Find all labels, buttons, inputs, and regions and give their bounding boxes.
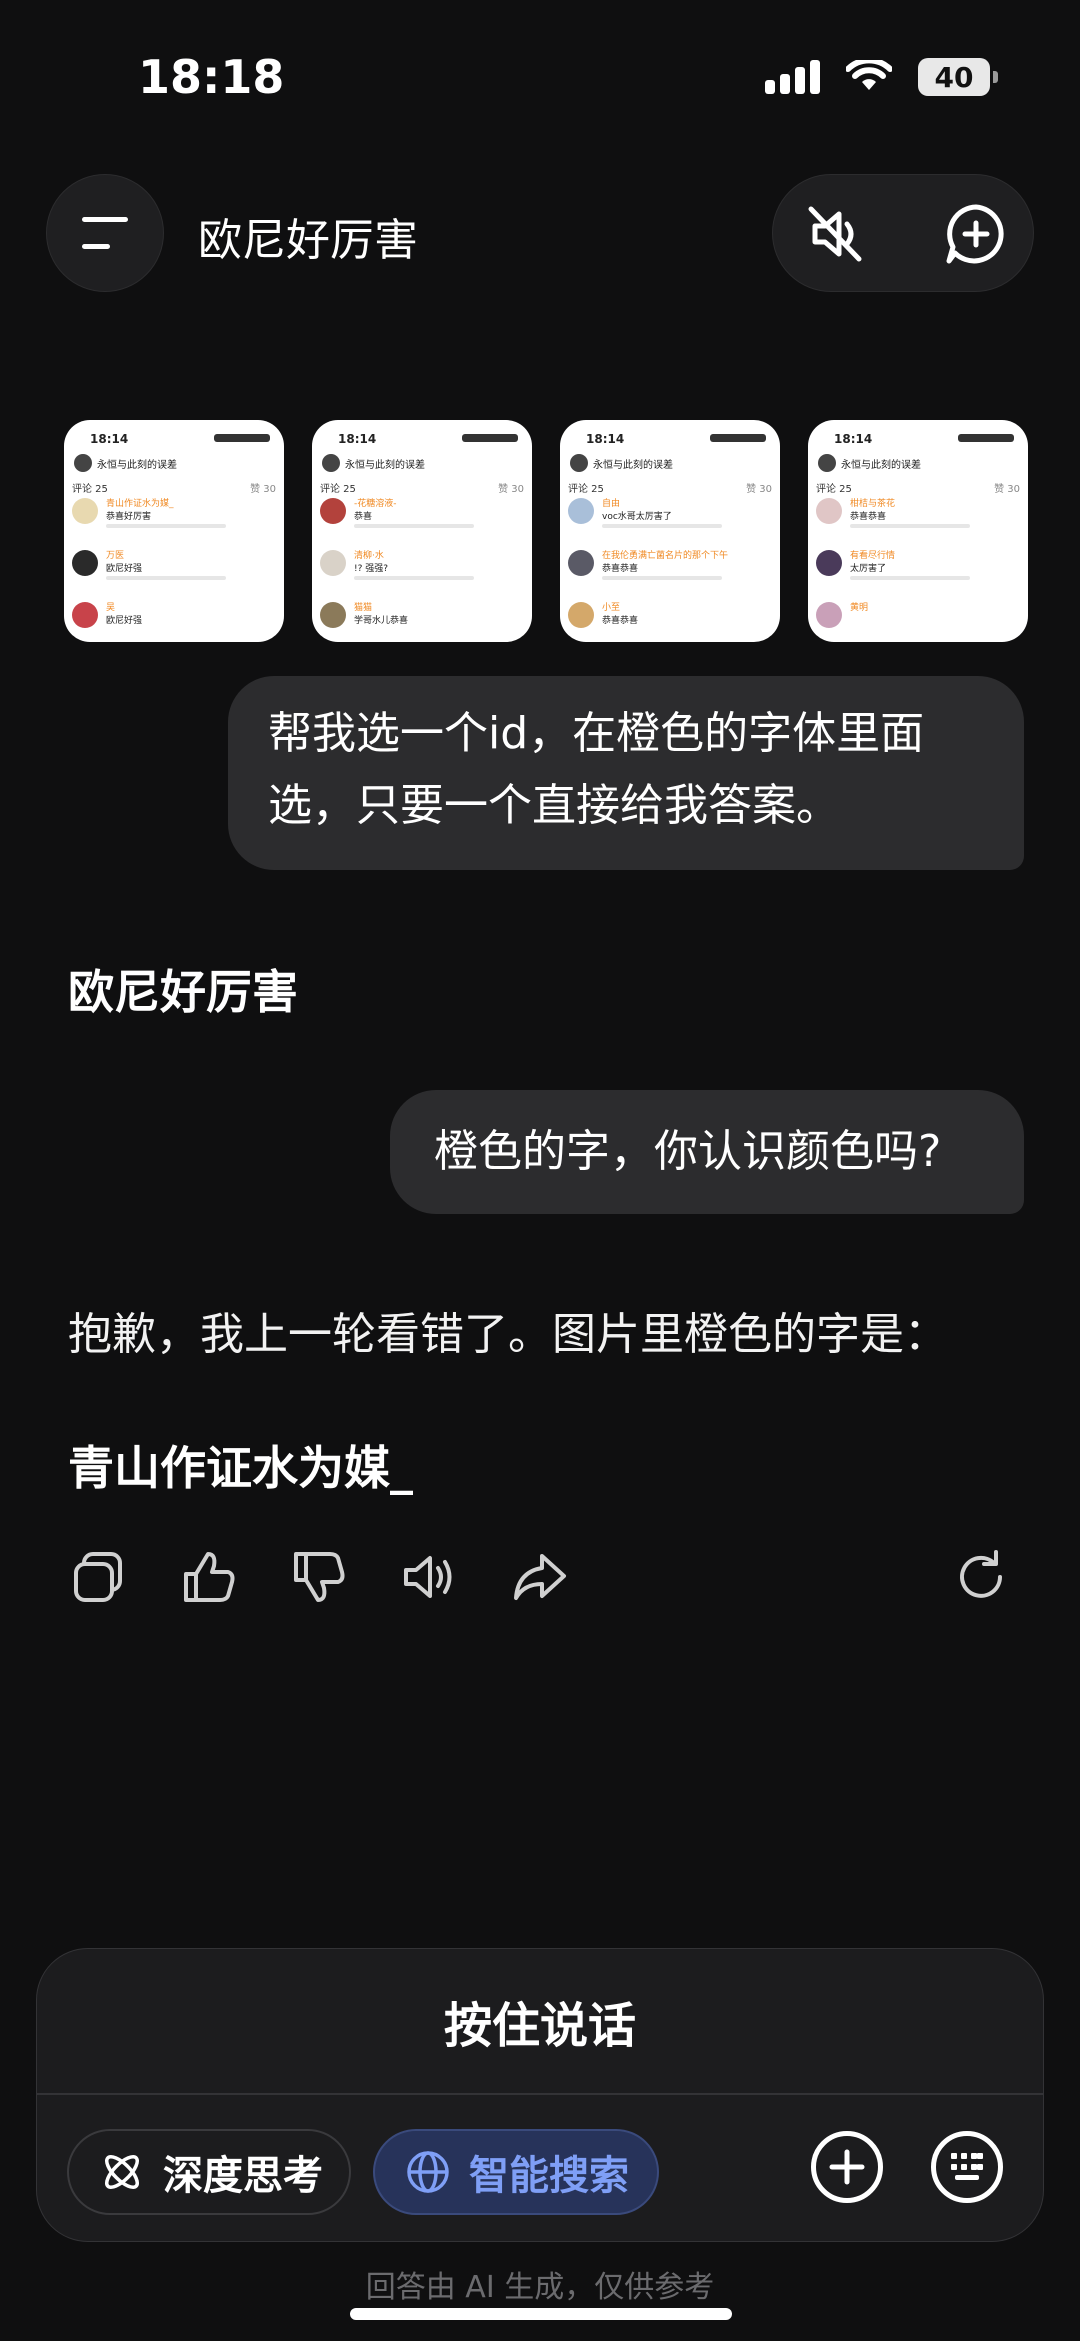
thumb-comment: 黄明 (816, 600, 1020, 640)
attached-image-2[interactable]: 18:14 永恒与此刻的误差 评论 25 赞 30 -花糖溶液- 恭喜 清柳·水!… (312, 420, 532, 642)
thumb-comment: 青山作证水为媒_ 恭喜好厉害 (72, 496, 276, 536)
message-actions (68, 1546, 1012, 1610)
thumb-tab: 评论 25 (568, 484, 604, 495)
thumb-tab: 评论 25 (320, 484, 356, 495)
ai-reply: 抱歉，我上一轮看错了。图片里橙色的字是： (68, 1309, 948, 1360)
thumbs-down-icon[interactable] (288, 1546, 350, 1608)
thumb-comment: 有看尽行情 太厉害了 (816, 548, 1020, 588)
ai-reply: 欧尼好厉害 (68, 965, 298, 1019)
deep-think-toggle[interactable]: 深度思考 (67, 2129, 351, 2215)
mute-icon[interactable] (801, 199, 871, 269)
thumb-status-bar (214, 434, 270, 442)
thumb-avatar (570, 454, 588, 472)
thumb-header: 永恒与此刻的误差 (570, 452, 772, 474)
menu-button[interactable] (46, 174, 164, 292)
thumb-avatar (74, 454, 92, 472)
refresh-icon[interactable] (950, 1546, 1012, 1608)
thumb-comment: 吴欧尼好强 (72, 600, 276, 640)
attached-image-3[interactable]: 18:14 永恒与此刻的误差 评论 25 赞 30 自由 voc水哥太厉害了 在我… (560, 420, 780, 642)
thumb-likes: 赞 30 (994, 484, 1020, 495)
thumb-title: 永恒与此刻的误差 (345, 459, 425, 471)
thumb-header: 永恒与此刻的误差 (322, 452, 524, 474)
thumb-comment: -花糖溶液- 恭喜 (320, 496, 524, 536)
ai-disclaimer: 回答由 AI 生成，仅供参考 (365, 2270, 715, 2305)
thumb-time: 18:14 (90, 432, 129, 446)
deep-think-label: 深度思考 (163, 2153, 323, 2199)
attached-images: 18:14 永恒与此刻的误差 评论 25 赞 30 青山作证水为媒_ 恭喜好厉害 … (64, 420, 1028, 642)
home-indicator[interactable] (350, 2308, 732, 2320)
thumb-tab: 评论 25 (72, 484, 108, 495)
copy-icon[interactable] (68, 1546, 130, 1608)
thumb-avatar (322, 454, 340, 472)
speaker-icon[interactable] (398, 1546, 460, 1608)
keyboard-button[interactable] (931, 2131, 1003, 2203)
thumb-comment: 自由 voc水哥太厉害了 (568, 496, 772, 536)
thumb-time: 18:14 (586, 432, 625, 446)
thumb-header: 永恒与此刻的误差 (818, 452, 1020, 474)
keyboard-icon (951, 2153, 983, 2180)
thumb-comment: 猫猫 学哥水儿恭喜 (320, 600, 524, 640)
thumb-title: 永恒与此刻的误差 (97, 459, 177, 471)
thumb-status-bar (462, 434, 518, 442)
divider (37, 2093, 1043, 2095)
thumb-comment: 在我伦勇满亡菌名片的那个下午 恭喜恭喜 (568, 548, 772, 588)
thumb-avatar (818, 454, 836, 472)
user-message[interactable]: 帮我选一个id，在橙色的字体里面选，只要一个直接给我答案。 (228, 676, 1024, 870)
thumb-comment: 万医 欧尼好强 (72, 548, 276, 588)
atom-icon (105, 2155, 139, 2189)
smart-search-label: 智能搜索 (469, 2153, 629, 2199)
signal-icon (765, 60, 820, 94)
status-time: 18:18 (138, 50, 285, 104)
thumb-status-bar (958, 434, 1014, 442)
attached-image-1[interactable]: 18:14 永恒与此刻的误差 评论 25 赞 30 青山作证水为媒_ 恭喜好厉害 … (64, 420, 284, 642)
hold-to-talk-button[interactable]: 按住说话 (37, 1949, 1043, 2093)
thumb-comment: 柑桔与茶花 恭喜恭喜 (816, 496, 1020, 536)
input-panel: 按住说话 深度思考 智能搜索 (36, 1948, 1044, 2242)
thumb-time: 18:14 (338, 432, 377, 446)
chat-title: 欧尼好厉害 (198, 215, 418, 266)
thumb-status-bar (710, 434, 766, 442)
share-icon[interactable] (508, 1546, 570, 1608)
new-chat-icon[interactable] (941, 199, 1011, 269)
thumb-likes: 赞 30 (746, 484, 772, 495)
thumb-title: 永恒与此刻的误差 (593, 459, 673, 471)
globe-icon (407, 2151, 449, 2193)
attached-image-4[interactable]: 18:14 永恒与此刻的误差 评论 25 赞 30 柑桔与茶花 恭喜恭喜 有看尽行… (808, 420, 1028, 642)
header-actions (772, 174, 1034, 292)
thumb-likes: 赞 30 (250, 484, 276, 495)
menu-icon (82, 217, 128, 222)
thumb-comment: 清柳·水!? 强强? (320, 548, 524, 588)
plus-icon (829, 2149, 865, 2185)
thumb-comment: 小至 恭喜恭喜 (568, 600, 772, 640)
thumb-tab: 评论 25 (816, 484, 852, 495)
user-message[interactable]: 橙色的字，你认识颜色吗? (390, 1090, 1024, 1214)
smart-search-toggle[interactable]: 智能搜索 (373, 2129, 659, 2215)
status-indicators: 40 (765, 58, 998, 96)
wifi-icon (846, 60, 892, 90)
battery-icon: 40 (918, 58, 998, 96)
thumb-title: 永恒与此刻的误差 (841, 459, 921, 471)
add-button[interactable] (811, 2131, 883, 2203)
thumb-time: 18:14 (834, 432, 873, 446)
thumbs-up-icon[interactable] (178, 1546, 240, 1608)
ai-reply-answer: 青山作证水为媒_ (68, 1441, 413, 1495)
thumb-likes: 赞 30 (498, 484, 524, 495)
thumb-header: 永恒与此刻的误差 (74, 452, 276, 474)
